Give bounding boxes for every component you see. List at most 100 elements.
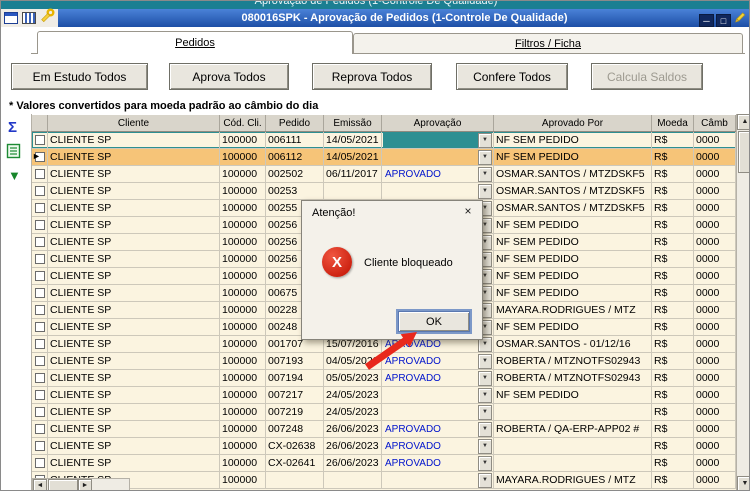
table-row[interactable]: CLIENTE SP10000000719405/05/2023APROVADO… [32, 370, 736, 387]
ok-button[interactable]: OK [398, 311, 470, 332]
approval-combobox[interactable]: ▼ [383, 150, 492, 165]
cell-aprovado_por: NF SEM PEDIDO [494, 319, 652, 335]
chevron-down-icon[interactable]: ▼ [478, 371, 492, 386]
chevron-down-icon[interactable]: ▼ [478, 422, 492, 437]
maximize-button[interactable]: □ [716, 14, 731, 27]
table-row[interactable]: CLIENTE SP100000CX-0263826/06/2023APROVA… [32, 438, 736, 455]
table-row[interactable]: ►CLIENTE SP10000000611214/05/2021▼NF SEM… [32, 149, 736, 166]
row-checkbox[interactable] [35, 322, 45, 332]
chevron-down-icon[interactable]: ▼ [478, 405, 492, 420]
approval-combobox[interactable]: ▼ [383, 405, 492, 420]
scrollbar-thumb[interactable] [738, 131, 750, 173]
approval-combobox[interactable]: APROVADO▼ [383, 371, 492, 386]
tab-pedidos[interactable]: Pedidos [37, 31, 353, 54]
approval-combobox[interactable]: APROVADO▼ [383, 422, 492, 437]
header-camb[interactable]: Câmb [694, 115, 736, 131]
approval-value: APROVADO [383, 422, 478, 437]
header-cod-cli[interactable]: Cód. Cli. [220, 115, 266, 131]
approval-combobox[interactable]: ▼ [383, 184, 492, 199]
chevron-down-icon[interactable]: ▼ [478, 388, 492, 403]
table-row[interactable]: CLIENTE SP10000000724826/06/2023APROVADO… [32, 421, 736, 438]
table-row[interactable]: CLIENTE SP10000000721724/05/2023▼NF SEM … [32, 387, 736, 404]
row-checkbox[interactable] [35, 237, 45, 247]
header-aprovacao[interactable]: Aprovação [382, 115, 494, 131]
scroll-up-button[interactable]: ▲ [737, 114, 750, 130]
header-pedido[interactable]: Pedido [266, 115, 324, 131]
scroll-down-button[interactable]: ▼ [737, 476, 750, 491]
row-checkbox[interactable] [35, 339, 45, 349]
sum-icon[interactable]: Σ [8, 119, 17, 136]
row-checkbox[interactable] [35, 135, 45, 145]
tab-filtros-ficha[interactable]: Filtros / Ficha [353, 33, 743, 53]
chevron-down-icon[interactable]: ▼ [478, 133, 492, 148]
cell-text: 100000 [222, 372, 257, 384]
table-row[interactable]: CLIENTE SP100000CX-0264126/06/2023APROVA… [32, 455, 736, 472]
vertical-scrollbar[interactable]: ▲ ▼ [736, 114, 750, 491]
approval-combobox[interactable]: APROVADO▼ [383, 439, 492, 454]
table-row[interactable]: CLIENTE SP10000000721924/05/2023▼R$0000 [32, 404, 736, 421]
row-checkbox[interactable] [35, 254, 45, 264]
table-row[interactable]: CLIENTE SP10000000253▼OSMAR.SANTOS / MTZ… [32, 183, 736, 200]
header-emissao[interactable]: Emissão [324, 115, 382, 131]
header-aprovado-por[interactable]: Aprovado Por [494, 115, 652, 131]
form-icon[interactable] [4, 12, 18, 24]
chevron-down-icon[interactable]: ▼ [478, 167, 492, 182]
minimize-button[interactable]: ─ [699, 14, 714, 27]
aprova-todos-button[interactable]: Aprova Todos [169, 63, 289, 90]
edit-pencil-icon[interactable] [733, 11, 746, 30]
approval-combobox[interactable]: APROVADO▼ [383, 456, 492, 471]
scroll-right-button[interactable]: ► [78, 479, 92, 491]
cell-text: 0000 [696, 236, 719, 248]
chevron-down-icon[interactable]: ▼ [478, 354, 492, 369]
chevron-down-icon[interactable]: ▼ [478, 456, 492, 471]
approval-combobox[interactable]: APROVADO▼ [383, 354, 492, 369]
header-cliente[interactable]: Cliente [48, 115, 220, 131]
grid-list-icon[interactable] [6, 143, 22, 164]
row-checkbox[interactable] [35, 186, 45, 196]
row-checkbox[interactable] [35, 203, 45, 213]
window-titlebar[interactable]: 080016SPK - Aprovação de Pedidos (1-Cont… [58, 9, 750, 27]
dialog-close-icon[interactable]: × [460, 204, 476, 219]
table-row[interactable]: CLIENTE SP10000000611114/05/2021▼NF SEM … [32, 132, 736, 149]
row-checkbox[interactable] [35, 271, 45, 281]
row-checkbox[interactable] [35, 220, 45, 230]
chevron-down-icon[interactable]: ▼ [478, 473, 492, 488]
wrench-icon[interactable] [40, 8, 55, 28]
cell-checkbox [32, 183, 48, 199]
cell-cod: 100000 [220, 251, 266, 267]
row-checkbox[interactable] [35, 373, 45, 383]
chevron-down-icon[interactable]: ▼ [478, 184, 492, 199]
cell-checkbox [32, 268, 48, 284]
approval-combobox[interactable]: ▼ [383, 388, 492, 403]
row-checkbox[interactable] [35, 407, 45, 417]
confere-todos-button[interactable]: Confere Todos [456, 63, 568, 90]
table-row[interactable]: CLIENTE SP10000000719304/05/2023APROVADO… [32, 353, 736, 370]
scroll-left-button[interactable]: ◄ [33, 479, 47, 491]
cell-text: CLIENTE SP [50, 168, 111, 180]
approval-value [383, 473, 478, 488]
cell-aprovado_por: MAYARA.RODRIGUES / MTZ [494, 472, 652, 488]
row-checkbox[interactable] [35, 441, 45, 451]
cell-aprovado_por: ROBERTA / MTZNOTFS02943 [494, 353, 652, 369]
down-arrow-icon[interactable]: ▼ [8, 168, 21, 183]
approval-combobox[interactable]: ▼ [383, 133, 492, 148]
row-checkbox[interactable] [35, 390, 45, 400]
row-checkbox[interactable] [35, 305, 45, 315]
row-checkbox[interactable] [35, 424, 45, 434]
reprova-todos-button[interactable]: Reprova Todos [312, 63, 432, 90]
row-checkbox[interactable] [35, 169, 45, 179]
horizontal-scrollbar[interactable]: ◄ ► [32, 478, 130, 491]
columns-icon[interactable] [22, 12, 36, 24]
hscrollbar-thumb[interactable] [48, 479, 78, 491]
approval-combobox[interactable]: APROVADO▼ [383, 167, 492, 182]
row-checkbox[interactable] [35, 288, 45, 298]
chevron-down-icon[interactable]: ▼ [478, 439, 492, 454]
table-row[interactable]: CLIENTE SP10000000250206/11/2017APROVADO… [32, 166, 736, 183]
chevron-down-icon[interactable]: ▼ [478, 150, 492, 165]
row-checkbox[interactable] [35, 458, 45, 468]
approval-combobox[interactable]: ▼ [383, 473, 492, 488]
em-estudo-todos-button[interactable]: Em Estudo Todos [11, 63, 148, 90]
header-moeda[interactable]: Moeda [652, 115, 694, 131]
table-row[interactable]: CLIENTE SP100000▼MAYARA.RODRIGUES / MTZR… [32, 472, 736, 489]
row-checkbox[interactable] [35, 356, 45, 366]
